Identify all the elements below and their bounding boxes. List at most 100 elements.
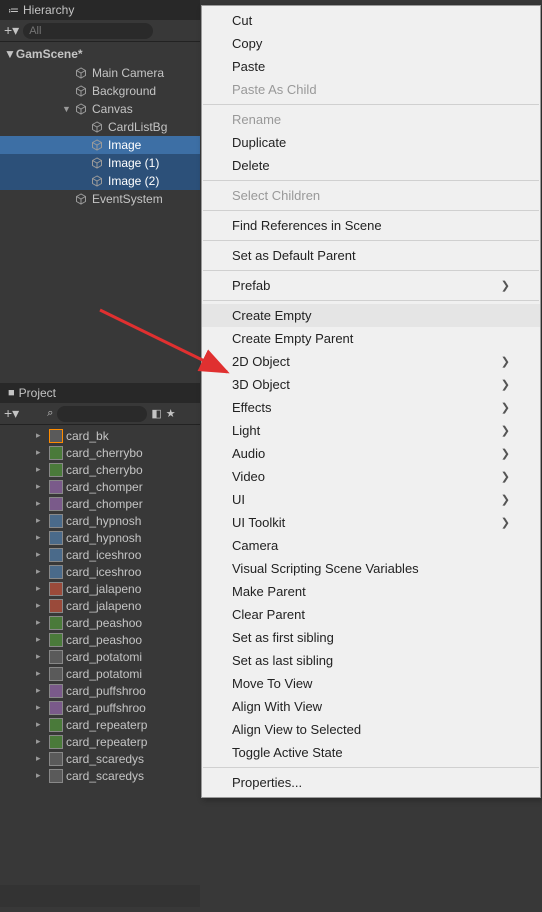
menu-separator: [203, 180, 539, 181]
asset-thumb: [49, 480, 63, 494]
chevron-right-icon[interactable]: ▸: [36, 600, 46, 611]
chevron-right-icon[interactable]: ▸: [36, 583, 46, 594]
chevron-right-icon[interactable]: ▸: [36, 481, 46, 492]
chevron-down-icon[interactable]: ▼: [62, 104, 72, 114]
asset-thumb: [49, 684, 63, 698]
favorite-icon[interactable]: ★: [166, 407, 176, 420]
menu-item[interactable]: Align View to Selected: [202, 718, 540, 741]
menu-item[interactable]: Effects❯: [202, 396, 540, 419]
asset-row[interactable]: ▸card_iceshroo: [0, 546, 200, 563]
tree-row[interactable]: CardListBg: [0, 118, 200, 136]
menu-item-label: Duplicate: [232, 135, 286, 150]
asset-row[interactable]: ▸card_puffshroo: [0, 682, 200, 699]
project-add-button[interactable]: +▾: [4, 405, 19, 422]
asset-row[interactable]: ▸card_hypnosh: [0, 512, 200, 529]
asset-row[interactable]: ▸card_potatomi: [0, 665, 200, 682]
asset-row[interactable]: ▸card_chomper: [0, 478, 200, 495]
tree-row[interactable]: ▼Canvas: [0, 100, 200, 118]
menu-item[interactable]: Cut: [202, 9, 540, 32]
asset-row[interactable]: ▸card_iceshroo: [0, 563, 200, 580]
asset-row[interactable]: ▸card_cherrybo: [0, 444, 200, 461]
chevron-right-icon[interactable]: ▸: [36, 617, 46, 628]
chevron-right-icon[interactable]: ▸: [36, 532, 46, 543]
chevron-right-icon[interactable]: ▸: [36, 668, 46, 679]
menu-item[interactable]: Duplicate: [202, 131, 540, 154]
chevron-right-icon[interactable]: ▸: [36, 651, 46, 662]
asset-row[interactable]: ▸card_chomper: [0, 495, 200, 512]
chevron-right-icon[interactable]: ▸: [36, 464, 46, 475]
asset-row[interactable]: ▸card_hypnosh: [0, 529, 200, 546]
chevron-right-icon[interactable]: ▸: [36, 549, 46, 560]
menu-item[interactable]: 2D Object❯: [202, 350, 540, 373]
add-button[interactable]: +▾: [4, 22, 19, 39]
scene-row[interactable]: ▼ GamScene*: [0, 44, 200, 64]
asset-row[interactable]: ▸card_peashoo: [0, 631, 200, 648]
chevron-right-icon[interactable]: ▸: [36, 685, 46, 696]
chevron-right-icon[interactable]: ▸: [36, 770, 46, 781]
chevron-down-icon[interactable]: ▼: [4, 47, 16, 61]
menu-item[interactable]: Set as last sibling: [202, 649, 540, 672]
menu-item[interactable]: Visual Scripting Scene Variables: [202, 557, 540, 580]
asset-row[interactable]: ▸card_cherrybo: [0, 461, 200, 478]
chevron-right-icon[interactable]: ▸: [36, 753, 46, 764]
tree-row[interactable]: EventSystem: [0, 190, 200, 208]
asset-row[interactable]: ▸card_puffshroo: [0, 699, 200, 716]
asset-row[interactable]: ▸card_repeaterp: [0, 733, 200, 750]
menu-item[interactable]: 3D Object❯: [202, 373, 540, 396]
hierarchy-tab[interactable]: ≔ Hierarchy: [0, 0, 200, 20]
asset-row[interactable]: ▸card_scaredys: [0, 767, 200, 784]
menu-item: Select Children: [202, 184, 540, 207]
chevron-right-icon[interactable]: ▸: [36, 498, 46, 509]
tree-row[interactable]: Main Camera: [0, 64, 200, 82]
asset-thumb: [49, 548, 63, 562]
chevron-right-icon[interactable]: ▸: [36, 515, 46, 526]
project-search-input[interactable]: [57, 406, 147, 422]
menu-item[interactable]: Paste: [202, 55, 540, 78]
tree-row[interactable]: Background: [0, 82, 200, 100]
menu-item[interactable]: Camera: [202, 534, 540, 557]
asset-row[interactable]: ▸card_jalapeno: [0, 597, 200, 614]
menu-item[interactable]: Move To View: [202, 672, 540, 695]
menu-item[interactable]: Align With View: [202, 695, 540, 718]
menu-item[interactable]: Create Empty Parent: [202, 327, 540, 350]
asset-thumb: [49, 735, 63, 749]
filter-icon[interactable]: ◧: [151, 407, 161, 420]
tree-row[interactable]: Image (1): [0, 154, 200, 172]
menu-item[interactable]: Create Empty: [202, 304, 540, 327]
asset-thumb: [49, 497, 63, 511]
menu-item[interactable]: Set as Default Parent: [202, 244, 540, 267]
asset-row[interactable]: ▸ card_jalapeno: [0, 580, 200, 597]
asset-row[interactable]: ▸card_scaredys: [0, 750, 200, 767]
asset-label: card_jalapeno: [66, 582, 141, 596]
menu-item[interactable]: Video❯: [202, 465, 540, 488]
menu-item[interactable]: Make Parent: [202, 580, 540, 603]
asset-row[interactable]: ▸card_potatomi: [0, 648, 200, 665]
tree-row[interactable]: Image: [0, 136, 200, 154]
chevron-right-icon[interactable]: ▸: [36, 719, 46, 730]
chevron-right-icon[interactable]: ▸: [36, 566, 46, 577]
chevron-right-icon[interactable]: ▸: [36, 447, 46, 458]
asset-row[interactable]: ▸card_bk: [0, 427, 200, 444]
chevron-right-icon[interactable]: ▸: [36, 634, 46, 645]
menu-item[interactable]: Copy: [202, 32, 540, 55]
menu-item[interactable]: Set as first sibling: [202, 626, 540, 649]
menu-item[interactable]: Properties...: [202, 771, 540, 794]
menu-item[interactable]: Clear Parent: [202, 603, 540, 626]
menu-item[interactable]: Toggle Active State: [202, 741, 540, 764]
menu-item[interactable]: Delete: [202, 154, 540, 177]
asset-row[interactable]: ▸card_peashoo: [0, 614, 200, 631]
menu-item[interactable]: Prefab❯: [202, 274, 540, 297]
asset-row[interactable]: ▸card_repeaterp: [0, 716, 200, 733]
chevron-right-icon[interactable]: ▸: [36, 702, 46, 713]
hierarchy-search-input[interactable]: [23, 23, 153, 39]
menu-item[interactable]: Light❯: [202, 419, 540, 442]
tree-row[interactable]: Image (2): [0, 172, 200, 190]
chevron-right-icon[interactable]: ▸: [36, 736, 46, 747]
menu-item[interactable]: UI❯: [202, 488, 540, 511]
menu-item[interactable]: UI Toolkit❯: [202, 511, 540, 534]
menu-item[interactable]: Find References in Scene: [202, 214, 540, 237]
menu-item[interactable]: Audio❯: [202, 442, 540, 465]
chevron-right-icon[interactable]: ▸: [36, 430, 46, 441]
project-tab[interactable]: ■ Project: [0, 383, 200, 403]
search-icon[interactable]: ⌕: [47, 407, 53, 420]
